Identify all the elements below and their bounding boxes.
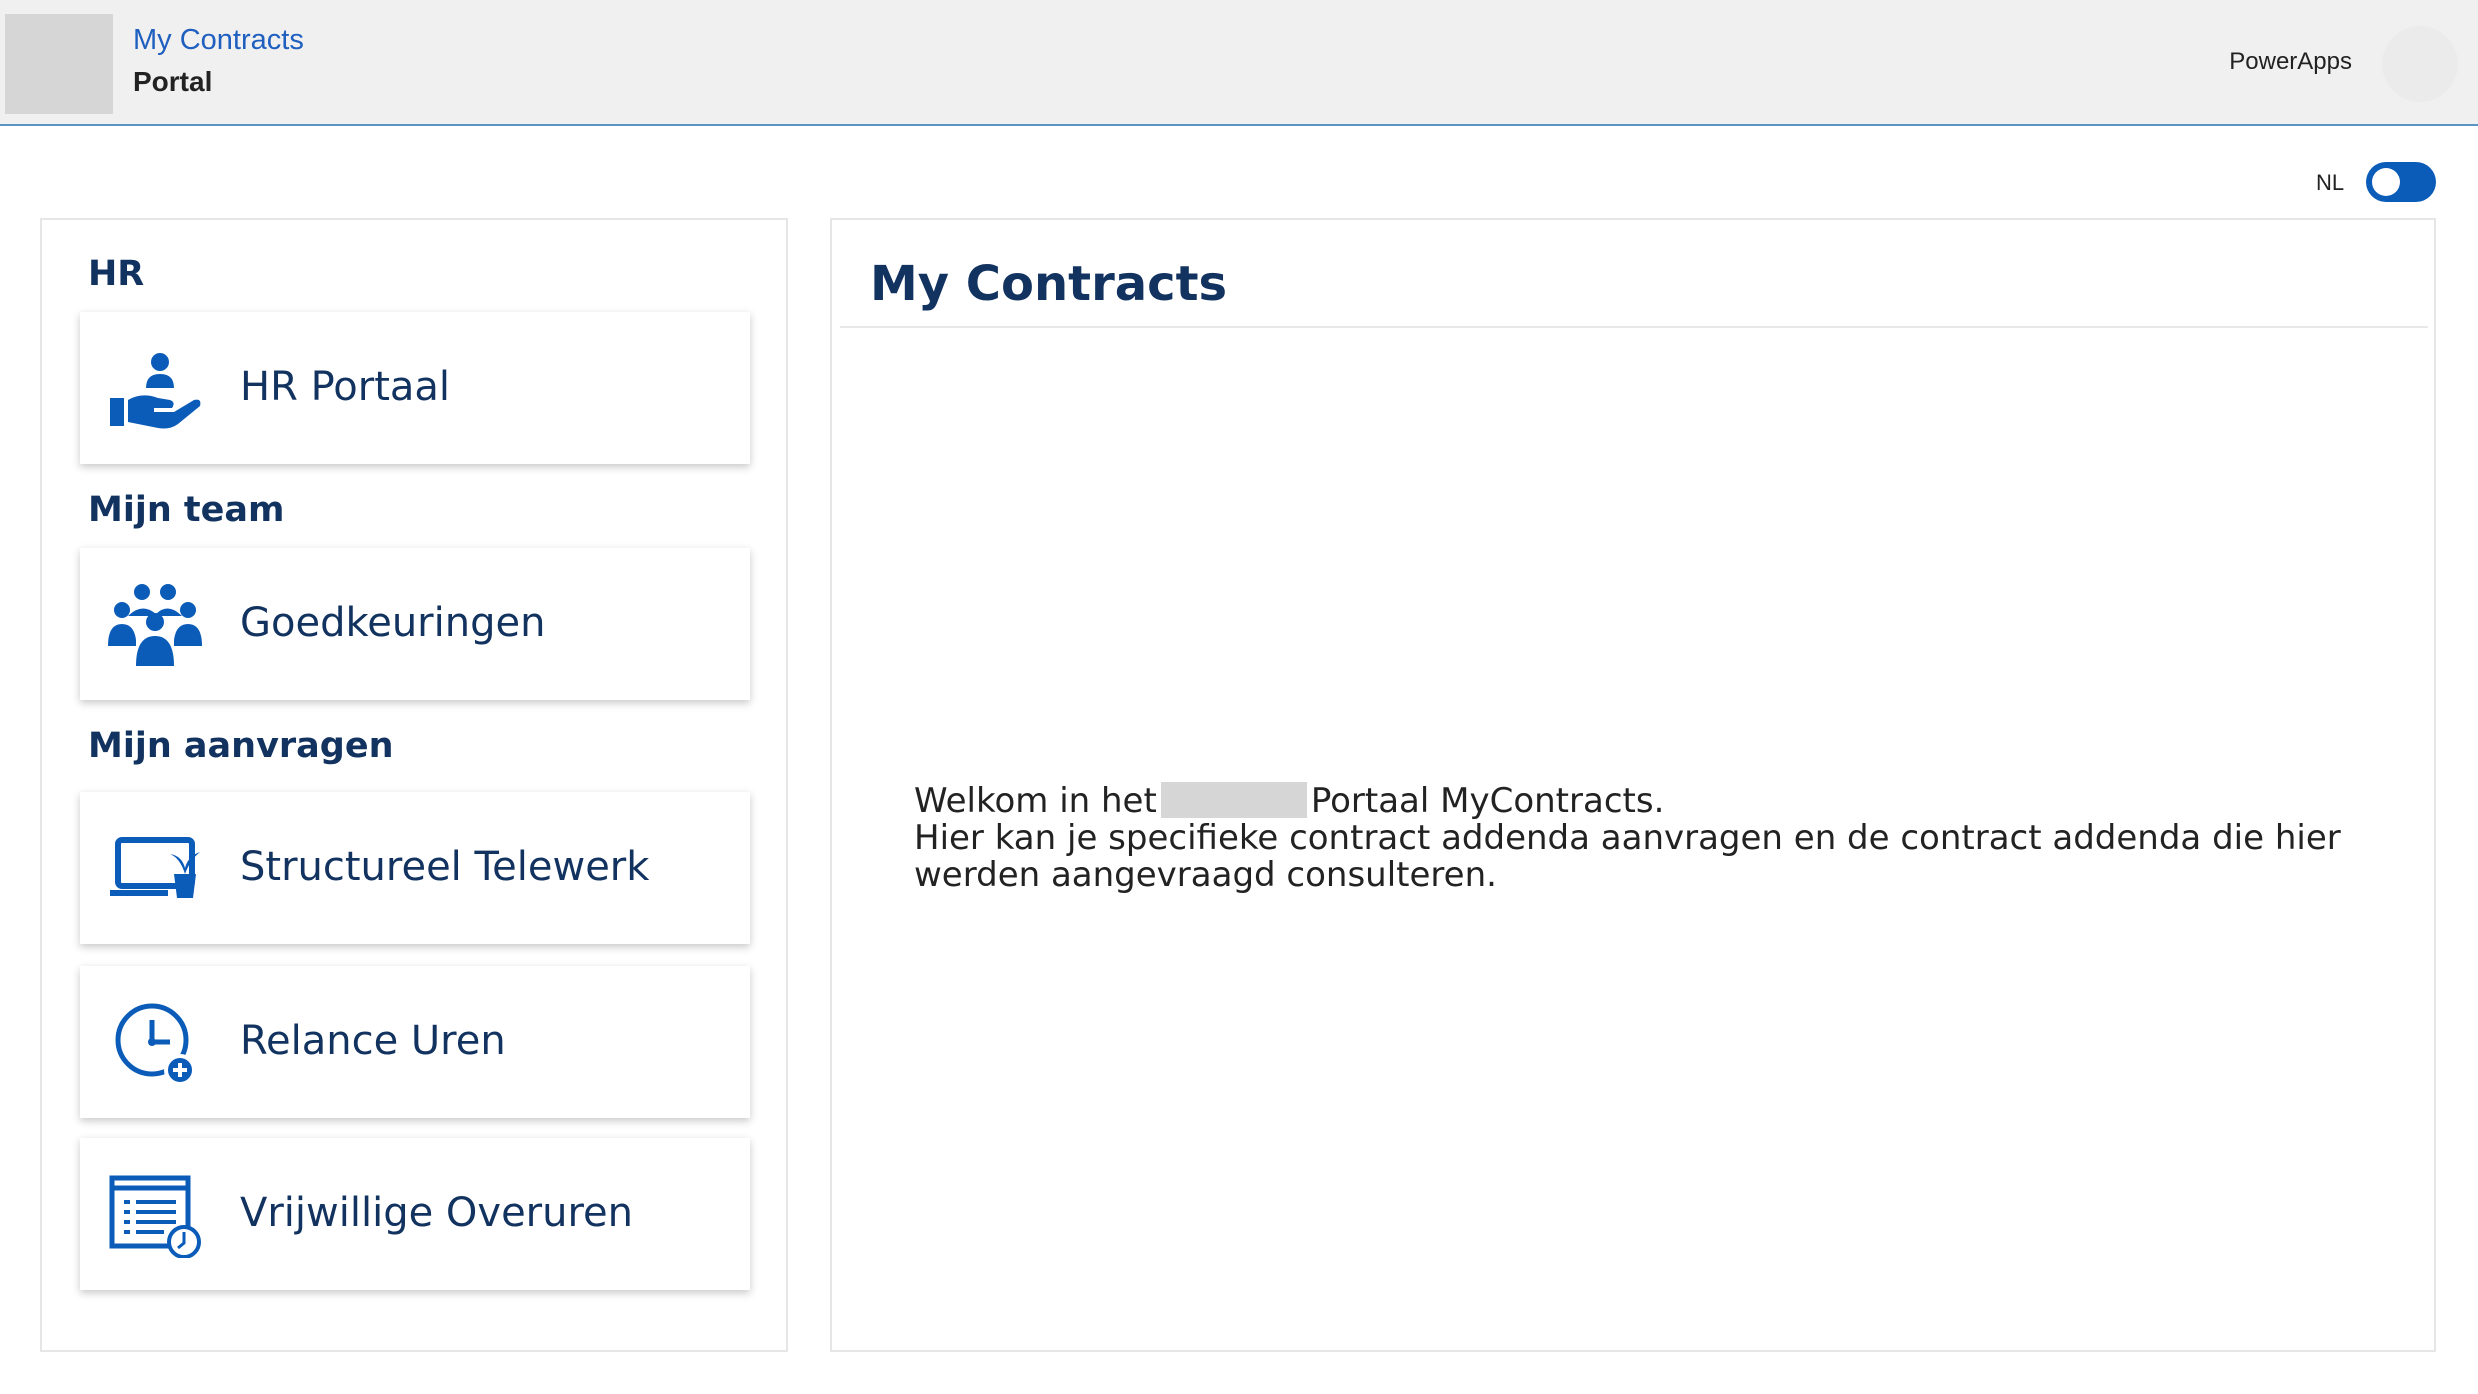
page-title: My Contracts (870, 256, 1228, 312)
card-label: HR Portaal (240, 364, 451, 410)
language-label: NL (2316, 170, 2345, 195)
card-label: Structureel Telewerk (240, 844, 650, 890)
clock-plus-icon (115, 1003, 196, 1086)
section-title-hr: HR (88, 254, 145, 294)
app-title[interactable]: My Contracts (133, 24, 304, 57)
app-header: My Contracts Portal PowerApps (0, 0, 2478, 126)
user-avatar[interactable] (2382, 26, 2458, 102)
section-title-mijn-team: Mijn team (88, 490, 285, 530)
language-toggle[interactable] (2366, 162, 2436, 202)
welcome-text-part2: Portaal MyContracts. (1310, 781, 1665, 821)
vrijwillige-overuren-card[interactable]: Vrijwillige Overuren (80, 1138, 750, 1290)
card-label: Vrijwillige Overuren (240, 1190, 634, 1236)
toggle-knob (2372, 168, 2400, 196)
structureel-telewerk-card[interactable]: Structureel Telewerk (80, 792, 750, 944)
welcome-text-part1: Welkom in het (914, 781, 1157, 821)
title-divider (840, 326, 2428, 328)
welcome-description: Hier kan je specifieke contract addenda … (914, 818, 2341, 895)
hr-portaal-card[interactable]: HR Portaal (80, 312, 750, 464)
app-subtitle: Portal (133, 66, 213, 97)
powerapps-label: PowerApps (2229, 48, 2352, 75)
welcome-text: Welkom in het Portaal MyContracts. Hier k… (914, 782, 2354, 894)
redacted-organization-name (1160, 782, 1307, 818)
card-label: Goedkeuringen (240, 600, 546, 646)
hand-user-icon (110, 353, 201, 429)
laptop-plant-icon (110, 837, 200, 898)
team-group-icon (108, 584, 202, 666)
main-panel: My Contracts Welkom in het Portaal MyCont… (830, 218, 2436, 1352)
card-label: Relance Uren (240, 1018, 506, 1064)
relance-uren-card[interactable]: Relance Uren (80, 966, 750, 1118)
goedkeuringen-card[interactable]: Goedkeuringen (80, 548, 750, 700)
navigation-panel: HR HR Portaal Mijn team Goedkeuringen Mi… (40, 218, 788, 1352)
document-clock-icon (109, 1175, 201, 1258)
section-title-mijn-aanvragen: Mijn aanvragen (88, 726, 394, 766)
app-logo (5, 14, 113, 114)
